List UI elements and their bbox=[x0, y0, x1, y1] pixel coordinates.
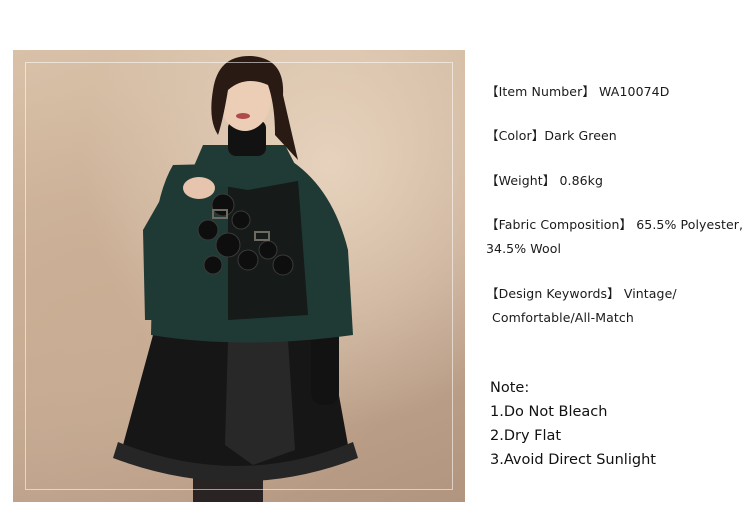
note-item: 2.Dry Flat bbox=[490, 428, 562, 444]
design-value-line1: Vintage/ bbox=[623, 286, 677, 301]
weight-value: 0.86kg bbox=[559, 173, 604, 188]
weight-label: 【Weight】 bbox=[486, 173, 556, 188]
product-photo bbox=[13, 50, 465, 502]
fabric-row: 【Fabric Composition】 65.5% Polyester, 34… bbox=[486, 213, 748, 261]
design-row: 【Design Keywords】 Vintage/ Comfortable/A… bbox=[486, 282, 748, 330]
fabric-value-line2: 34.5% Wool bbox=[486, 241, 562, 256]
note-item: 3.Avoid Direct Sunlight bbox=[490, 452, 656, 468]
color-row: 【Color】Dark Green bbox=[486, 124, 617, 148]
note-title: Note: bbox=[490, 380, 530, 396]
design-value-line2: Comfortable/All-Match bbox=[492, 310, 634, 325]
design-label: 【Design Keywords】 bbox=[486, 286, 620, 301]
care-note: Note: 1.Do Not Bleach 2.Dry Flat 3.Avoid… bbox=[490, 376, 656, 472]
color-value: Dark Green bbox=[544, 128, 617, 143]
fabric-label: 【Fabric Composition】 bbox=[486, 217, 633, 232]
weight-row: 【Weight】 0.86kg bbox=[486, 169, 603, 193]
item-number-value: WA10074D bbox=[599, 84, 670, 99]
color-label: 【Color】 bbox=[486, 128, 545, 143]
item-number-row: 【Item Number】 WA10074D bbox=[486, 80, 669, 104]
item-number-label: 【Item Number】 bbox=[486, 84, 595, 99]
photo-frame bbox=[25, 62, 453, 490]
fabric-value-line1: 65.5% Polyester, bbox=[636, 217, 744, 232]
note-item: 1.Do Not Bleach bbox=[490, 404, 608, 420]
